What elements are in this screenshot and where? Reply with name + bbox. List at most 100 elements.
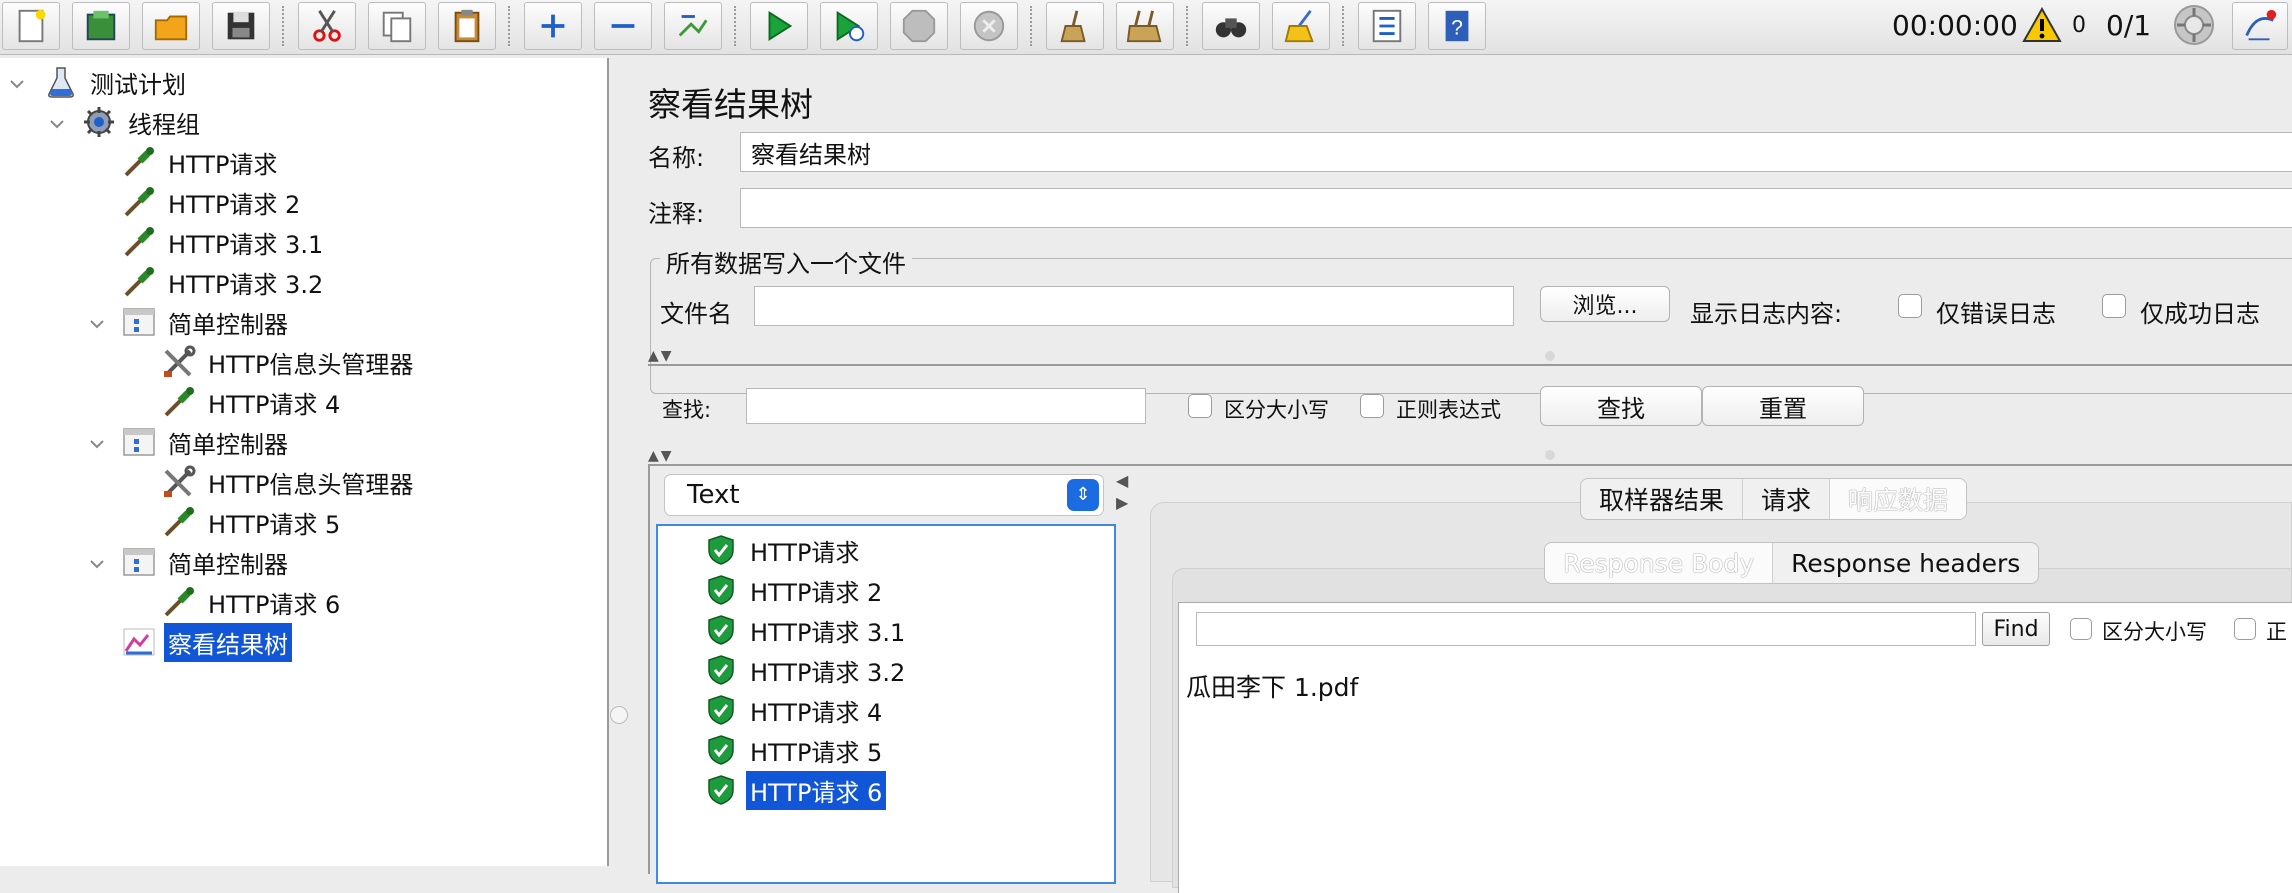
tab-response-headers[interactable]: Response headers	[1773, 543, 2038, 583]
chevron-down-icon[interactable]	[88, 315, 106, 333]
result-item[interactable]: HTTP请求	[706, 532, 863, 568]
result-item[interactable]: HTTP请求 6	[706, 770, 887, 810]
name-label: 名称:	[648, 144, 705, 172]
filename-field[interactable]	[754, 286, 1514, 326]
reset-button[interactable]: 重置	[1702, 386, 1864, 426]
result-item-label: HTTP请求 6	[746, 770, 887, 810]
start-no-pause-icon	[836, 10, 865, 42]
tree-item-http-request-4[interactable]: HTTP请求 4	[162, 382, 344, 422]
search-button[interactable]	[1202, 2, 1260, 50]
start-button[interactable]	[750, 2, 808, 50]
toolbar-separator	[1342, 6, 1346, 46]
tree-item-simple-controller[interactable]: 简单控制器	[122, 422, 292, 462]
log-viewer-button[interactable]	[2232, 2, 2288, 50]
function-helper-button[interactable]	[1358, 2, 1416, 50]
result-item[interactable]: HTTP请求 4	[706, 692, 886, 728]
tools-icon	[164, 345, 196, 377]
log-viewer-icon	[2245, 9, 2277, 41]
warning-status[interactable]: 0	[2022, 0, 2086, 50]
search-input[interactable]	[746, 388, 1146, 424]
open-button[interactable]	[142, 2, 200, 50]
success-shield-icon	[708, 535, 734, 565]
comment-field[interactable]	[740, 188, 2292, 228]
pipette-icon	[124, 227, 154, 257]
tree-item-simple-controller[interactable]: 简单控制器	[122, 302, 292, 342]
find-button[interactable]: 查找	[1540, 386, 1702, 426]
stop-icon	[902, 9, 936, 43]
chevron-down-icon[interactable]	[88, 435, 106, 453]
tab-sampler-result[interactable]: 取样器结果	[1581, 479, 1744, 519]
clear-button[interactable]	[1046, 2, 1104, 50]
save-button[interactable]	[212, 2, 270, 50]
shutdown-button[interactable]	[960, 2, 1018, 50]
splitter-arrows[interactable]: ▲▼	[648, 348, 674, 364]
chevron-down-icon[interactable]	[88, 555, 106, 573]
response-find-button[interactable]: Find	[1982, 612, 2050, 646]
cut-button[interactable]	[298, 2, 356, 50]
remote-status[interactable]	[2172, 0, 2216, 50]
chevron-down-icon[interactable]	[48, 115, 66, 133]
paste-button[interactable]	[438, 2, 496, 50]
chevron-down-icon[interactable]	[8, 75, 26, 93]
response-case-checkbox[interactable]	[2070, 618, 2092, 640]
response-case-label: 区分大小写	[2102, 620, 2207, 644]
renderer-select[interactable]: Text ⇕	[664, 474, 1104, 516]
tree-item-http-request-6[interactable]: HTTP请求 6	[162, 582, 344, 622]
tab-response-data[interactable]: 响应数据	[1830, 479, 1967, 519]
case-sensitive-checkbox[interactable]	[1188, 394, 1212, 418]
shutdown-icon	[973, 10, 1005, 42]
tree-item-label: HTTP信息头管理器	[208, 350, 414, 379]
result-item[interactable]: HTTP请求 3.1	[706, 612, 909, 648]
tree-item-view-results-tree[interactable]: 察看结果树	[122, 622, 292, 662]
splitter-handle[interactable]	[1545, 351, 1555, 361]
collapse-button[interactable]	[594, 2, 652, 50]
tree-item-header-manager[interactable]: HTTP信息头管理器	[162, 462, 417, 502]
tree-item-simple-controller[interactable]: 简单控制器	[122, 542, 292, 582]
response-find-input[interactable]	[1196, 612, 1976, 646]
clear-icon	[1060, 10, 1086, 43]
splitter-handle[interactable]	[1545, 450, 1555, 460]
name-field[interactable]	[740, 132, 2292, 172]
tab-request[interactable]: 请求	[1743, 479, 1831, 519]
paste-icon	[454, 9, 480, 43]
browse-button[interactable]: 浏览...	[1540, 286, 1670, 322]
expand-button[interactable]	[524, 2, 582, 50]
result-item-label: HTTP请求 2	[750, 578, 883, 607]
response-regex-checkbox[interactable]	[2234, 618, 2256, 640]
start-no-pause-button[interactable]	[820, 2, 878, 50]
tree-item-test-plan[interactable]: 测试计划	[44, 62, 190, 102]
tree-item-http-request-3-1[interactable]: HTTP请求 3.1	[122, 222, 327, 262]
tree-item-header-manager[interactable]: HTTP信息头管理器	[162, 342, 417, 382]
regex-checkbox[interactable]	[1360, 394, 1384, 418]
toggle-icon	[678, 15, 708, 37]
reset-search-button[interactable]	[1272, 2, 1330, 50]
copy-icon	[382, 11, 412, 43]
result-item[interactable]: HTTP请求 3.2	[706, 652, 909, 688]
tree-item-http-request-3-2[interactable]: HTTP请求 3.2	[122, 262, 327, 302]
new-button[interactable]	[2, 2, 60, 50]
renderer-select-value: Text	[687, 480, 740, 510]
tree-item-thread-group[interactable]: 线程组	[82, 102, 204, 142]
copy-button[interactable]	[368, 2, 426, 50]
collapse-arrows[interactable]: ◀ ▶	[1116, 470, 1128, 514]
templates-button[interactable]	[72, 2, 130, 50]
success-shield-icon	[708, 695, 734, 725]
clear-all-button[interactable]	[1116, 2, 1174, 50]
comment-label: 注释:	[648, 200, 705, 228]
tab-response-body[interactable]: Response Body	[1545, 543, 1774, 583]
stop-button[interactable]	[890, 2, 948, 50]
tree-item-http-request-5[interactable]: HTTP请求 5	[162, 502, 344, 542]
splitter-arrows[interactable]: ▲▼	[648, 448, 674, 464]
tree-item-http-request-2[interactable]: HTTP请求 2	[122, 182, 304, 222]
success-only-checkbox[interactable]	[2102, 294, 2126, 318]
success-shield-icon	[708, 575, 734, 605]
result-item[interactable]: HTTP请求 2	[706, 572, 886, 608]
pipette-icon	[164, 387, 194, 417]
errors-only-checkbox[interactable]	[1898, 294, 1922, 318]
tree-item-http-request[interactable]: HTTP请求	[122, 142, 281, 182]
warning-icon	[2022, 7, 2062, 42]
tree-item-label: HTTP请求 4	[208, 390, 341, 419]
help-button[interactable]: ?	[1428, 2, 1486, 50]
result-item[interactable]: HTTP请求 5	[706, 732, 886, 768]
toggle-button[interactable]	[664, 2, 722, 50]
